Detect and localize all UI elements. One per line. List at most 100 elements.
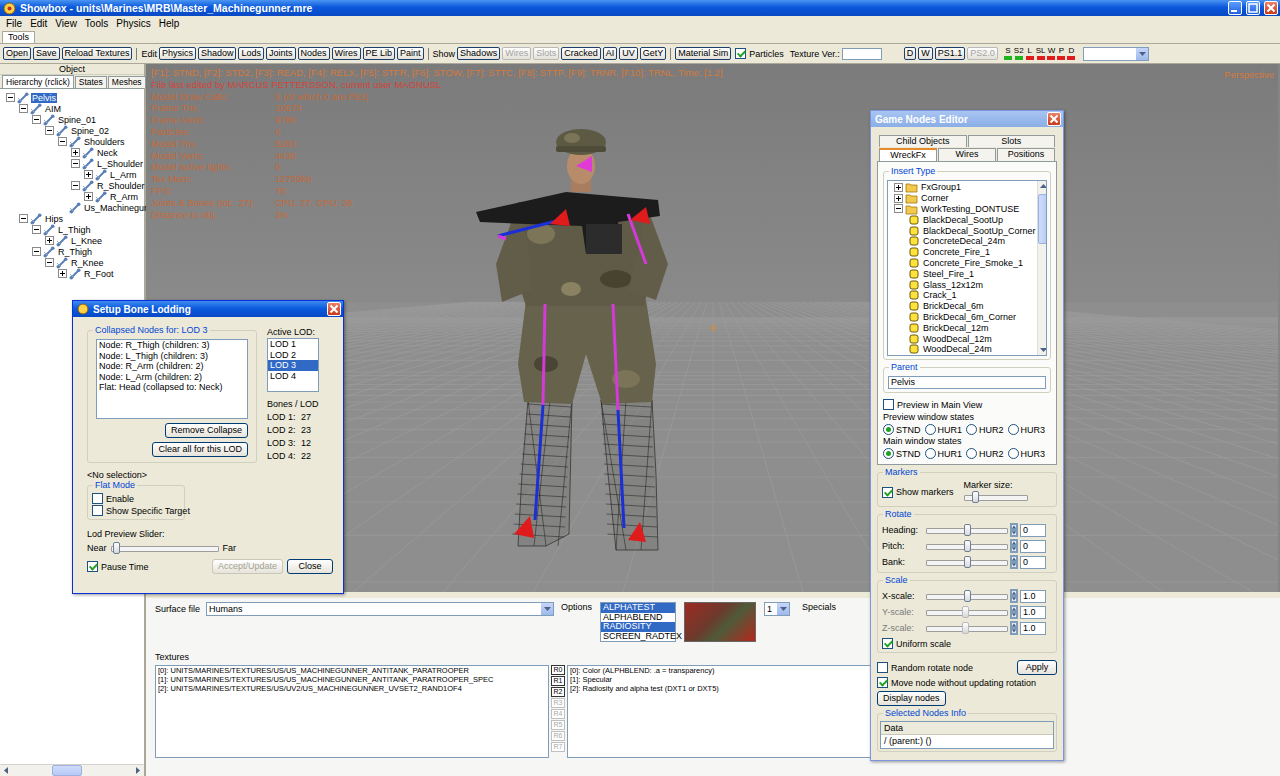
insert-type-name[interactable]: FxGroup1 <box>920 182 962 192</box>
tree-label[interactable]: Shoulders <box>83 137 126 147</box>
node-name[interactable]: L_Arm <box>110 170 137 180</box>
scroll-thumb[interactable] <box>1038 194 1047 244</box>
texture-path[interactable]: [2]: UNITS/MARINES/TEXTURES/US/UV2/US_MA… <box>158 684 462 693</box>
slider-thumb[interactable] <box>113 542 120 554</box>
editor-tab[interactable]: Positions <box>997 148 1055 161</box>
expander[interactable] <box>32 115 41 124</box>
button-label[interactable]: PE Lib <box>366 48 393 58</box>
radio-label[interactable]: HUR2 <box>979 449 1004 459</box>
insert-type-name[interactable]: BrickDecal_6m <box>922 301 985 311</box>
tree-row[interactable]: R_Foot <box>0 268 144 279</box>
insert-type-name[interactable]: WorkTesting_DONTUSE <box>920 204 1020 214</box>
insert-row[interactable]: Concrete_Fire_1 <box>888 247 1037 258</box>
slot-button[interactable]: R7 <box>551 742 565 752</box>
value-text[interactable]: 0 <box>1023 541 1028 551</box>
node-name[interactable]: Hips <box>45 214 63 224</box>
node-text[interactable]: Node: R_Thigh (children: 3) <box>99 340 210 350</box>
tab-label[interactable]: Meshes <box>112 77 142 87</box>
tree-label[interactable]: Spine_01 <box>57 115 97 125</box>
radio-label[interactable]: HUR1 <box>938 449 963 459</box>
node-name[interactable]: Spine_01 <box>58 115 96 125</box>
show-button[interactable]: Cracked <box>561 47 601 60</box>
state-radio[interactable]: HUR2 <box>966 424 1004 435</box>
expander[interactable] <box>894 204 903 213</box>
radio-button[interactable] <box>1008 424 1019 435</box>
insert-row[interactable]: WoodDecal_12m <box>888 333 1037 344</box>
lod-label[interactable]: LOD 1 <box>270 339 296 349</box>
node-name[interactable]: Neck <box>97 148 118 158</box>
radio-label[interactable]: HUR1 <box>938 425 963 435</box>
tree-label[interactable]: AIM <box>44 104 62 114</box>
spin-up[interactable] <box>1010 605 1018 612</box>
insert-type-name[interactable]: BrickDecal_6m_Corner <box>922 312 1017 322</box>
toolbar-button[interactable]: Save <box>33 47 60 60</box>
random-rotate[interactable]: Random rotate node <box>877 662 973 673</box>
button-label[interactable]: W <box>921 48 930 58</box>
parent-name[interactable]: Pelvis <box>891 377 915 387</box>
radio-label[interactable]: HUR3 <box>1021 425 1046 435</box>
maximize-button[interactable] <box>1246 1 1260 15</box>
vertical-scrollbar[interactable] <box>1037 181 1047 355</box>
parent-field[interactable]: Pelvis <box>888 376 1046 389</box>
state-radio[interactable]: HUR2 <box>966 448 1004 459</box>
insert-row[interactable]: Glass_12x12m <box>888 279 1037 290</box>
button-label[interactable]: Remove Collapse <box>171 425 242 435</box>
axis-slider[interactable] <box>926 589 1008 603</box>
toolbar-dropdown[interactable] <box>1083 47 1149 61</box>
collapsed-item[interactable]: Node: R_Arm (children: 2) <box>97 361 247 372</box>
insert-row[interactable]: BrickDecal_6m <box>888 301 1037 312</box>
option-item[interactable]: ALPHATEST <box>601 603 675 613</box>
insert-row[interactable]: Corner <box>888 193 1037 204</box>
slot-label[interactable]: R7 <box>554 743 563 750</box>
expander[interactable] <box>84 192 93 201</box>
panel-tab[interactable]: Hierarchy (rclick) <box>2 75 74 88</box>
button-label[interactable]: Save <box>36 48 57 58</box>
spin-buttons[interactable] <box>1010 605 1018 619</box>
option-label[interactable]: RADIOSITY <box>603 621 652 631</box>
checkbox-label[interactable]: Move node without updating rotation <box>891 678 1036 688</box>
textures-list[interactable]: [0]: UNITS/MARINES/TEXTURES/US/US_MACHIN… <box>155 665 549 758</box>
display-nodes-button[interactable]: Display nodes <box>877 691 946 706</box>
editor-tab[interactable]: Child Objects <box>879 135 967 147</box>
insert-type-name[interactable]: Concrete_Fire_1 <box>922 247 991 257</box>
tree-row[interactable]: R_Thigh <box>0 246 144 257</box>
value-field[interactable]: 0 <box>1020 540 1046 553</box>
insert-type-name[interactable]: Corner <box>920 193 950 203</box>
tab-label[interactable]: Slots <box>1001 136 1021 146</box>
editor-tab[interactable]: WreckFx <box>879 148 937 161</box>
slider-thumb[interactable] <box>964 556 971 568</box>
expander[interactable] <box>894 183 903 192</box>
button-label[interactable]: Open <box>6 48 28 58</box>
tree-row[interactable]: Spine_01 <box>0 114 144 125</box>
radio-button[interactable] <box>966 424 977 435</box>
radio-label[interactable]: STND <box>896 425 921 435</box>
menu-item[interactable]: Edit <box>26 18 51 29</box>
checkbox-label[interactable]: Show markers <box>896 487 954 497</box>
button-label[interactable]: Cracked <box>564 48 598 58</box>
state-radio[interactable]: STND <box>883 424 921 435</box>
options-list[interactable]: ALPHATESTALPHABLENDRADIOSITYSCREEN_RADTE… <box>600 602 676 642</box>
spin-up[interactable] <box>1010 539 1018 546</box>
radio-button[interactable] <box>1008 448 1019 459</box>
node-name[interactable]: L_Knee <box>71 236 102 246</box>
node-text[interactable]: Node: L_Arm (children: 2) <box>99 372 202 382</box>
insert-row[interactable]: Steel_Fire_1 <box>888 268 1037 279</box>
slot-button[interactable]: R5 <box>551 720 565 730</box>
expander[interactable] <box>894 194 903 203</box>
tree-row[interactable]: L_Knee <box>0 235 144 246</box>
slot-button[interactable]: R0 <box>551 665 565 675</box>
button-label[interactable]: Joints <box>269 48 293 58</box>
radio-button[interactable] <box>966 448 977 459</box>
tree-label[interactable]: Pelvis <box>31 93 57 103</box>
button-label[interactable]: Display nodes <box>883 693 940 703</box>
node-name[interactable]: R_Thigh <box>58 247 92 257</box>
shader-button[interactable]: D <box>904 47 917 60</box>
option-item[interactable]: RADIOSITY <box>601 622 675 632</box>
remove-collapse-button[interactable]: Remove Collapse <box>165 423 248 438</box>
button-label[interactable]: Nodes <box>301 48 327 58</box>
slider-thumb[interactable] <box>972 491 979 503</box>
editor-tab[interactable]: Slots <box>968 135 1056 147</box>
tree-row[interactable]: R_Arm <box>0 191 144 202</box>
collapsed-item[interactable]: Node: L_Thigh (children: 3) <box>97 351 247 362</box>
toolbar-button[interactable]: Reload Textures <box>62 47 133 60</box>
